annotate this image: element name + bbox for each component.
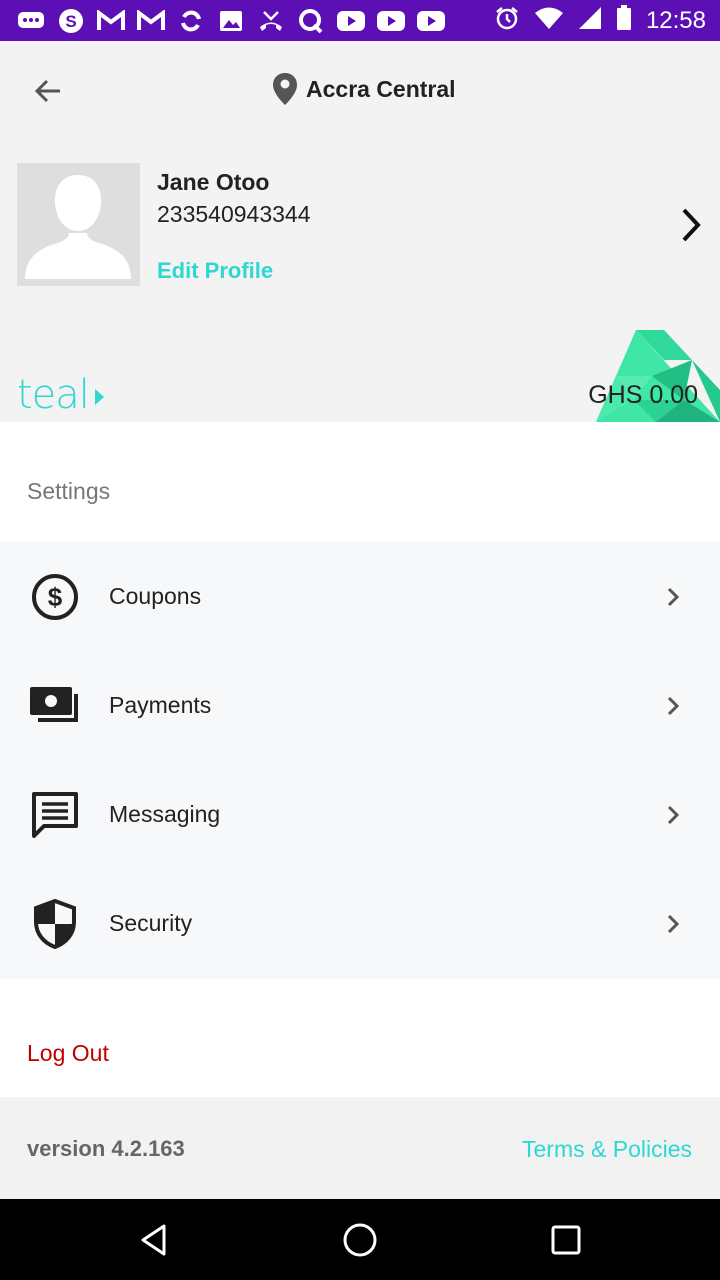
app-version: version 4.2.163	[27, 1136, 185, 1161]
youtube-icon	[416, 8, 446, 34]
messages-icon	[16, 8, 46, 34]
chevron-right-icon	[662, 909, 684, 939]
nav-back-button[interactable]	[131, 1217, 177, 1263]
system-icons: 12:58	[494, 5, 706, 36]
chevron-right-icon	[662, 800, 684, 830]
menu-item-label: Payments	[109, 692, 212, 718]
missed-call-icon	[256, 8, 286, 34]
chevron-right-icon	[662, 582, 684, 612]
logout-section: Log Out	[0, 979, 720, 1097]
shield-icon	[29, 898, 81, 950]
wifi-icon	[534, 6, 564, 35]
sync-icon	[176, 8, 206, 34]
edit-profile-link[interactable]: Edit Profile	[157, 258, 273, 284]
settings-title: Settings	[27, 478, 111, 504]
location-name: Accra Central	[306, 75, 456, 102]
coupon-dollar-icon: $	[29, 571, 81, 623]
signal-icon	[578, 6, 602, 35]
image-icon	[216, 8, 246, 34]
avatar[interactable]	[17, 163, 140, 286]
menu-item-label: Messaging	[109, 801, 221, 827]
chevron-right-icon	[682, 208, 701, 242]
menu-item-security[interactable]: Security	[0, 869, 720, 978]
status-bar: S 12:58	[0, 0, 720, 41]
skype-icon: S	[56, 8, 86, 34]
settings-section-header: Settings	[0, 422, 720, 542]
profile-details-button[interactable]	[676, 205, 706, 245]
footer: version 4.2.163 Terms & Policies	[0, 1097, 720, 1199]
svg-text:$: $	[48, 582, 63, 612]
back-button[interactable]	[26, 69, 70, 113]
location-pin-icon	[273, 73, 297, 105]
profile-phone: 233540943344	[157, 201, 311, 227]
circle-home-icon	[343, 1223, 377, 1257]
wallet-balance: GHS 0.00	[588, 381, 698, 409]
caret-right-icon	[94, 389, 104, 405]
gmail-icon	[96, 8, 126, 34]
logout-button[interactable]: Log Out	[27, 1040, 109, 1067]
location-selector[interactable]: Accra Central	[272, 71, 456, 107]
payments-cash-icon	[29, 680, 81, 732]
menu-item-label: Coupons	[109, 583, 202, 609]
menu-item-label: Security	[109, 910, 193, 936]
wallet-brand: teal	[17, 372, 90, 418]
square-recents-icon	[551, 1225, 581, 1255]
gmail-icon	[136, 8, 166, 34]
navigation-bar	[0, 1199, 720, 1280]
wallet-brand-link[interactable]: teal	[17, 371, 104, 419]
nav-recents-button[interactable]	[543, 1217, 589, 1263]
youtube-icon	[336, 8, 366, 34]
arrow-left-icon	[34, 79, 60, 103]
notification-icons: S	[16, 8, 446, 34]
youtube-icon	[376, 8, 406, 34]
q-icon	[296, 8, 326, 34]
menu-item-payments[interactable]: Payments	[0, 651, 720, 760]
svg-text:S: S	[65, 12, 76, 31]
alarm-icon	[494, 5, 520, 36]
profile-header: Accra Central Jane Otoo 233540943344 Edi…	[0, 41, 720, 422]
menu-item-coupons[interactable]: $ Coupons	[0, 542, 720, 651]
menu-item-messaging[interactable]: Messaging	[0, 760, 720, 869]
chevron-right-icon	[662, 691, 684, 721]
settings-menu: $ Coupons Payments Messaging Security	[0, 542, 720, 979]
nav-home-button[interactable]	[337, 1217, 383, 1263]
profile-name: Jane Otoo	[157, 169, 270, 195]
message-icon	[29, 789, 81, 841]
battery-icon	[616, 5, 632, 36]
status-time: 12:58	[645, 6, 706, 34]
terms-policies-link[interactable]: Terms & Policies	[522, 1136, 692, 1163]
avatar-placeholder-icon	[17, 163, 140, 286]
triangle-back-icon	[141, 1224, 166, 1256]
